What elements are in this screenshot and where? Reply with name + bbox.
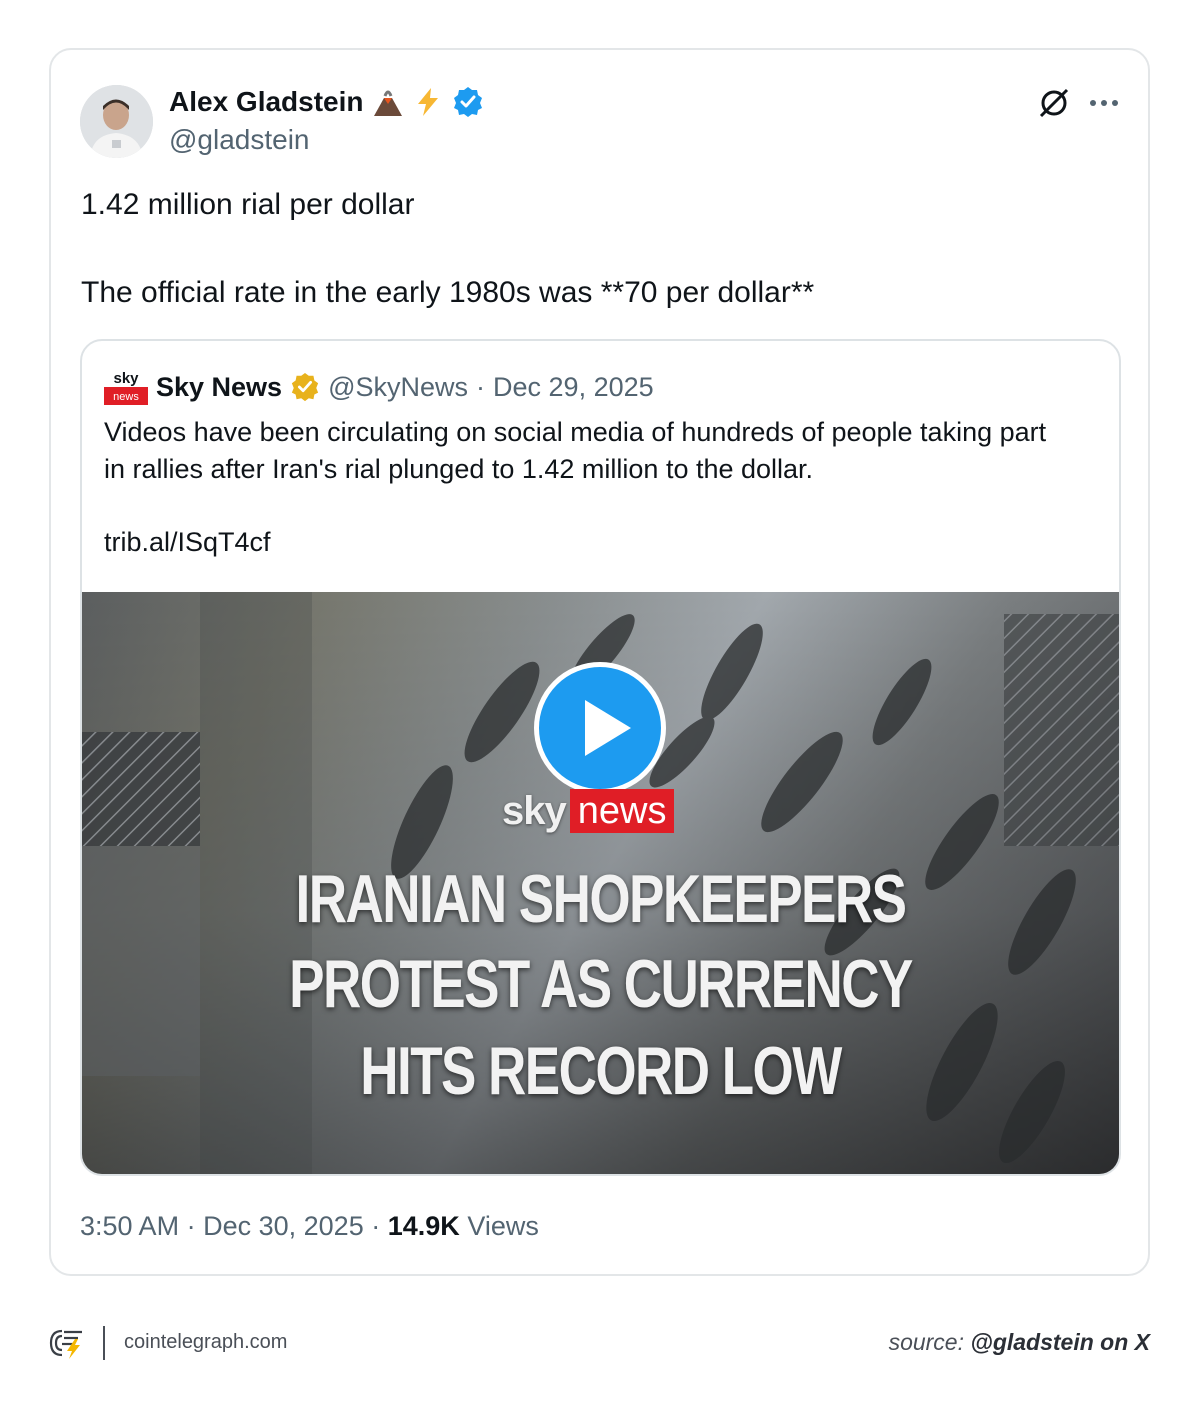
sky-news-video-logo: sky news: [502, 788, 675, 834]
tweet-text-line-2: The official rate in the early 1980s was…: [81, 276, 815, 309]
more-options-icon[interactable]: [1088, 96, 1120, 110]
meta-separator: ·: [371, 1211, 381, 1241]
tweet-text-line-1: 1.42 million rial per dollar: [81, 188, 415, 221]
verified-badge-icon: [452, 86, 484, 118]
news-logo-text: news: [113, 391, 139, 403]
views-label: Views: [467, 1211, 539, 1241]
quoted-tweet[interactable]: sky news Sky News @SkyNews · Dec 29, 202…: [80, 339, 1121, 1176]
quoted-link[interactable]: trib.al/ISqT4cf: [104, 527, 271, 558]
source-handle[interactable]: @gladstein on X: [970, 1329, 1150, 1355]
tweet-time[interactable]: 3:50 AM: [80, 1211, 179, 1241]
quoted-date[interactable]: Dec 29, 2025: [493, 372, 654, 403]
separator-dot: ·: [476, 371, 486, 402]
play-button[interactable]: [534, 662, 666, 794]
video-thumbnail[interactable]: sky news IRANIAN SHOPKEEPERS PROTEST AS …: [82, 592, 1119, 1174]
gold-verified-badge-icon: [290, 372, 320, 402]
source-prefix: source:: [888, 1329, 964, 1355]
video-logo-news: news: [569, 789, 675, 833]
views-count: 14.9K: [387, 1211, 460, 1241]
quoted-author-name[interactable]: Sky News: [156, 372, 282, 403]
tweet-date[interactable]: Dec 30, 2025: [203, 1211, 364, 1241]
author-name-row[interactable]: Alex Gladstein: [169, 86, 484, 118]
meta-separator: ·: [186, 1211, 196, 1241]
video-headline-line-2: PROTEST AS CURRENCY: [289, 946, 913, 1022]
sky-news-logo[interactable]: sky news: [104, 367, 148, 407]
volcano-icon: [372, 86, 404, 118]
grok-icon[interactable]: [1037, 86, 1071, 120]
footer-divider: [103, 1326, 105, 1360]
quoted-tweet-header: sky news Sky News @SkyNews · Dec 29, 202…: [104, 367, 654, 407]
author-name[interactable]: Alex Gladstein: [169, 86, 364, 118]
author-handle[interactable]: @gladstein: [169, 124, 310, 156]
play-icon: [585, 700, 631, 756]
quoted-text-line-2: in rallies after Iran's rial plunged to …: [104, 454, 814, 484]
quoted-text-line-1: Videos have been circulating on social m…: [104, 417, 1047, 447]
video-headline-line-3: HITS RECORD LOW: [360, 1033, 842, 1109]
cointelegraph-logo-icon: [48, 1327, 86, 1359]
lightning-icon: [412, 86, 444, 118]
image-source: source: @gladstein on X: [889, 1329, 1150, 1356]
avatar[interactable]: [80, 85, 153, 158]
quoted-handle[interactable]: @SkyNews: [328, 372, 468, 403]
site-name[interactable]: cointelegraph.com: [124, 1331, 287, 1354]
video-logo-sky: sky: [502, 788, 567, 833]
sky-logo-text: sky: [113, 370, 139, 387]
video-headline-line-1: IRANIAN SHOPKEEPERS: [295, 861, 907, 937]
tweet-meta: 3:50 AM · Dec 30, 2025 · 14.9K Views: [80, 1211, 539, 1242]
